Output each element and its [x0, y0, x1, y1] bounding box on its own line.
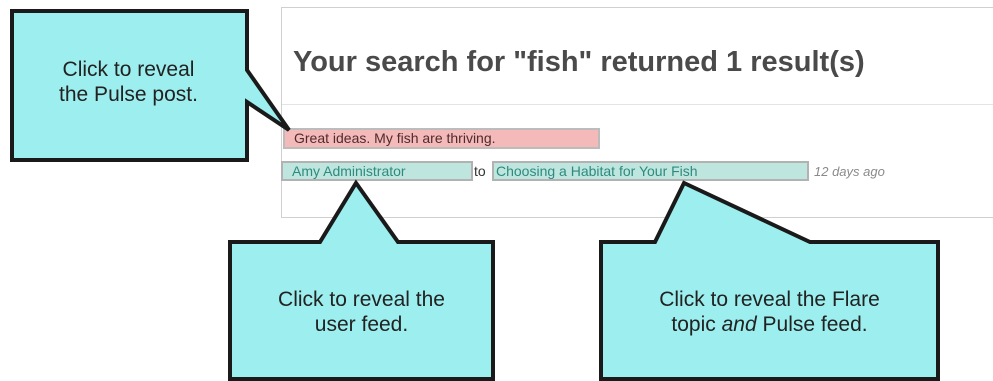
callout-user-text: Click to reveal the user feed.: [278, 288, 445, 336]
callout-user-shape: [228, 179, 495, 381]
callout-topic-shape: [599, 180, 940, 381]
callout-topic-text: Click to reveal the Flare topic and Puls…: [659, 288, 880, 336]
callout-post-text: Click to reveal the Pulse post.: [59, 58, 198, 106]
